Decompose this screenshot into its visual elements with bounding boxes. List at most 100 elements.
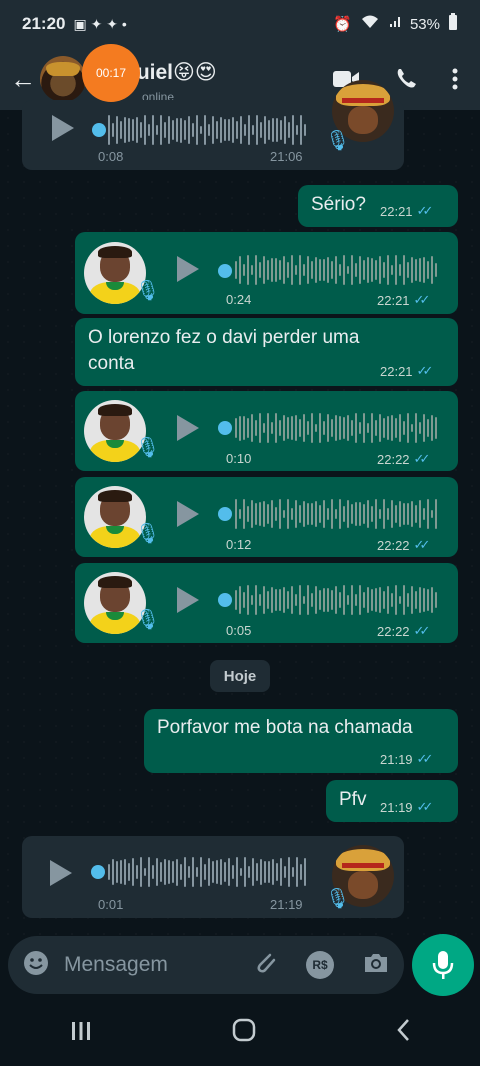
waveform-bar [112, 858, 114, 886]
waveform-bar [244, 857, 246, 887]
message-text: Porfavor me bota na chamada [157, 717, 413, 738]
waveform-bar [283, 256, 285, 284]
text-message[interactable]: Porfavor me bota na chamada 21:19 ✓✓ [144, 709, 458, 773]
audio-duration: 0:05 [226, 623, 252, 638]
waveform-bar [164, 122, 166, 138]
waveform-bar [339, 263, 341, 277]
attach-icon[interactable] [252, 949, 278, 982]
audio-message[interactable]: 🎙 0:10 22:22 ✓✓ [75, 391, 458, 471]
waveform-bar [411, 423, 413, 433]
read-ticks-icon: ✓✓ [416, 799, 434, 814]
audio-message[interactable]: 0:08 21:06 🎙 [22, 80, 404, 170]
waveform-bar [355, 501, 357, 527]
waveform-bar [255, 585, 257, 615]
waveform-bar [116, 861, 118, 883]
waveform-bar [152, 115, 154, 145]
chat-area[interactable]: 0:08 21:06 🎙 Sério? 22:21 ✓✓ 🎙 0:24 22:21… [0, 80, 480, 936]
waveform-bar [335, 586, 337, 614]
back-nav-icon[interactable] [396, 1018, 410, 1049]
waveform-bar [247, 585, 249, 615]
waveform-bar [259, 593, 261, 607]
waveform-bar [375, 420, 377, 436]
waveform-bar [399, 500, 401, 528]
system-nav-bar [0, 1000, 480, 1066]
waveform-bar [124, 859, 126, 885]
emoji-icon[interactable] [22, 949, 50, 982]
waveform-bar [411, 256, 413, 284]
waveform-bar [204, 115, 206, 145]
waveform-bar [136, 116, 138, 144]
waveform-bar [172, 119, 174, 141]
audio-message[interactable]: 0:01 21:19 🎙 [22, 836, 404, 918]
message-time: 21:19 [270, 897, 303, 912]
waveform-bar [263, 585, 265, 615]
call-timer: 00:17 [95, 66, 127, 80]
waveform-bar [407, 502, 409, 526]
home-icon[interactable] [232, 1018, 256, 1049]
audio-progress-dot[interactable] [91, 865, 105, 879]
audio-progress-dot[interactable] [218, 593, 232, 607]
waveform-bar [283, 414, 285, 442]
waveform-bar [323, 499, 325, 529]
waveform-bar [419, 258, 421, 282]
text-message[interactable]: O lorenzo fez o davi perder uma conta 22… [75, 318, 458, 386]
waveform-bar [216, 860, 218, 884]
message-input[interactable]: Mensagem [64, 953, 168, 977]
waveform-bar [391, 593, 393, 607]
waveform-bar [327, 587, 329, 613]
play-icon[interactable] [177, 587, 199, 613]
waveform-bar [383, 261, 385, 278]
waveform-bar [291, 507, 293, 521]
more-options-icon[interactable] [452, 68, 458, 90]
audio-message[interactable]: 🎙 0:12 22:22 ✓✓ [75, 477, 458, 557]
waveform-bar [180, 117, 182, 143]
waveform-bar [267, 504, 269, 524]
text-message[interactable]: Sério? 22:21 ✓✓ [298, 185, 458, 227]
contact-avatar[interactable] [40, 56, 86, 102]
audio-waveform [108, 114, 308, 146]
read-ticks-icon: ✓✓ [416, 751, 434, 766]
audio-progress-dot[interactable] [218, 264, 232, 278]
message-meta: 22:22 ✓✓ [377, 537, 430, 553]
play-icon[interactable] [177, 415, 199, 441]
waveform-bar [347, 265, 349, 275]
waveform-bar [271, 257, 273, 283]
audio-duration: 0:12 [226, 537, 252, 552]
waveform-bar [232, 864, 234, 880]
play-icon[interactable] [177, 256, 199, 282]
waveform-bar [311, 413, 313, 443]
audio-waveform [108, 856, 308, 888]
play-icon[interactable] [52, 115, 74, 141]
audio-message[interactable]: 🎙 0:24 22:21 ✓✓ [75, 232, 458, 314]
audio-duration: 0:01 [98, 897, 124, 912]
camera-icon[interactable] [362, 951, 390, 980]
waveform-bar [256, 862, 258, 882]
waveform-bar [427, 589, 429, 611]
back-arrow-icon[interactable]: ← [8, 64, 38, 95]
audio-progress-dot[interactable] [218, 507, 232, 521]
waveform-bar [399, 264, 401, 276]
waveform-bar [315, 586, 317, 614]
recent-apps-icon[interactable] [70, 1018, 92, 1049]
waveform-bar [200, 125, 202, 135]
pix-payment-icon[interactable]: R$ [306, 951, 334, 979]
ongoing-call-bubble[interactable]: 00:17 [82, 44, 140, 102]
voice-call-icon[interactable] [394, 67, 418, 91]
audio-progress-dot[interactable] [218, 421, 232, 435]
read-ticks-icon: ✓✓ [413, 623, 431, 638]
play-icon[interactable] [50, 860, 72, 886]
message-meta: 22:21 ✓✓ [380, 363, 433, 379]
waveform-bar [299, 585, 301, 615]
voice-record-button[interactable] [412, 934, 474, 996]
text-message[interactable]: Pfv 21:19 ✓✓ [326, 780, 458, 822]
waveform-bar [375, 499, 377, 529]
message-text: Pfv [339, 789, 367, 810]
waveform-bar [423, 257, 425, 283]
waveform-bar [263, 256, 265, 284]
waveform-bar [251, 500, 253, 528]
play-icon[interactable] [177, 501, 199, 527]
audio-message[interactable]: 🎙 0:05 22:22 ✓✓ [75, 563, 458, 643]
audio-progress-dot[interactable] [92, 123, 106, 137]
waveform-bar [116, 115, 118, 145]
waveform-bar [427, 418, 429, 438]
